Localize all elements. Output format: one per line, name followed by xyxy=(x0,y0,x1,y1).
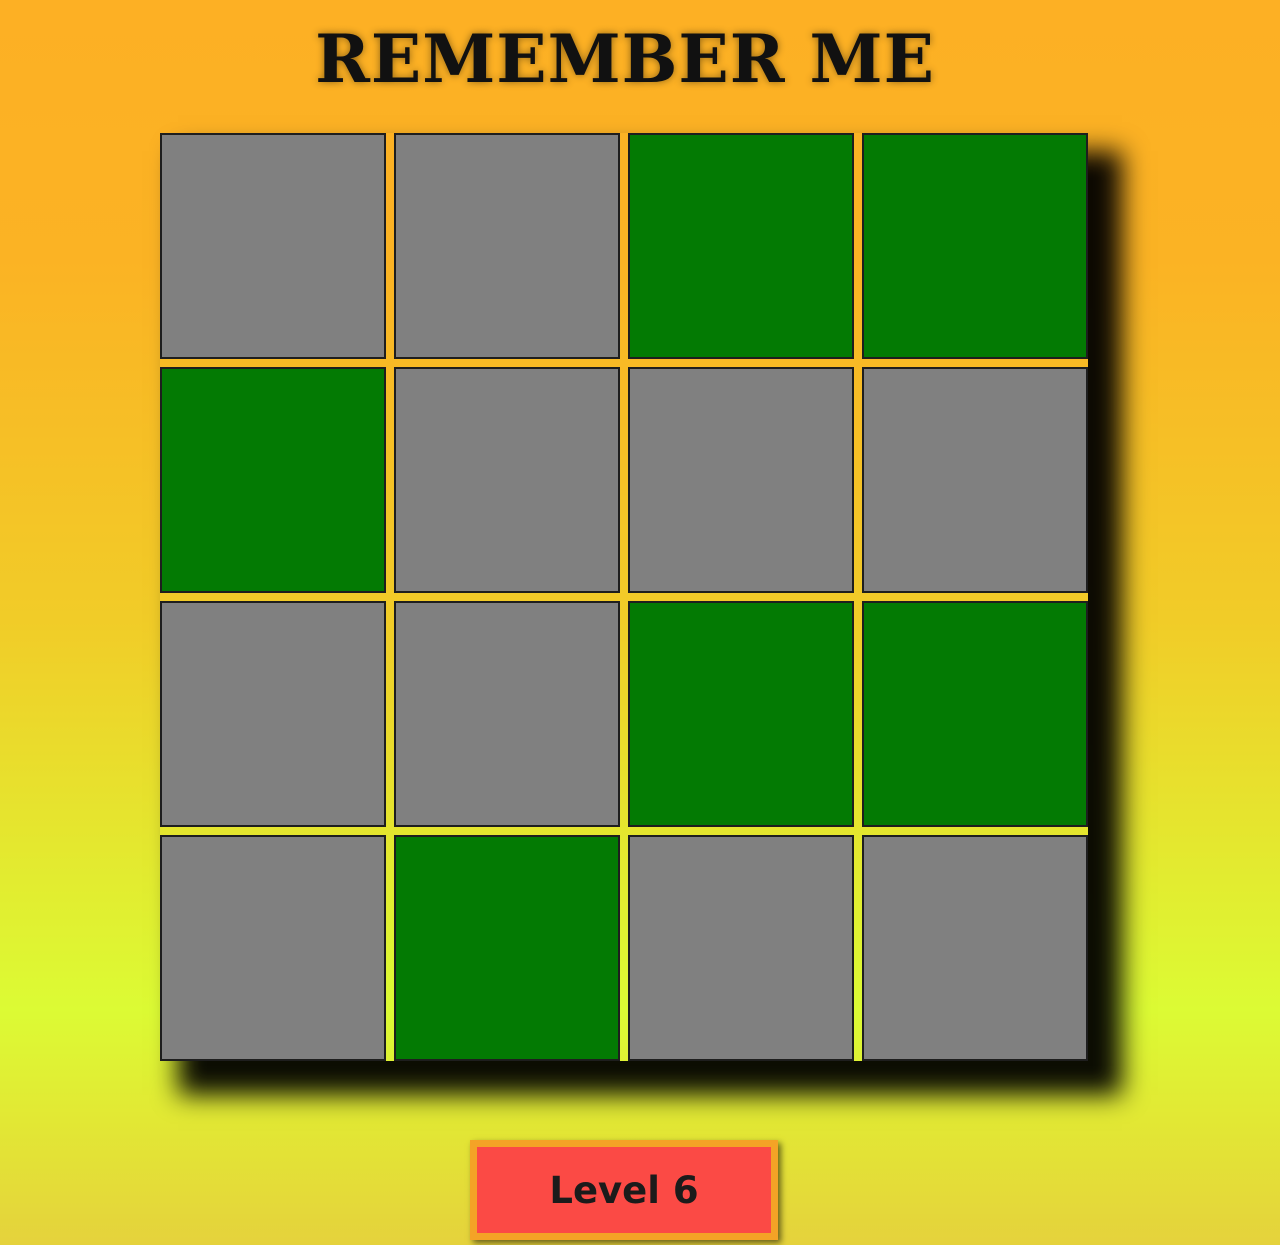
tile-r2-c3-gray[interactable] xyxy=(628,367,854,593)
tile-r2-c2-gray[interactable] xyxy=(394,367,620,593)
level-label: Level 6 xyxy=(549,1168,699,1212)
tile-r4-c1-gray[interactable] xyxy=(160,835,386,1061)
tile-r1-c2-gray[interactable] xyxy=(394,133,620,359)
tile-r4-c4-gray[interactable] xyxy=(862,835,1088,1061)
tile-r1-c1-gray[interactable] xyxy=(160,133,386,359)
tile-r4-c2-green[interactable] xyxy=(394,835,620,1061)
tile-r3-c4-green[interactable] xyxy=(862,601,1088,827)
tile-r3-c2-gray[interactable] xyxy=(394,601,620,827)
level-badge: Level 6 xyxy=(470,1140,778,1240)
tile-r1-c3-green[interactable] xyxy=(628,133,854,359)
tile-r2-c1-green[interactable] xyxy=(160,367,386,593)
memory-grid xyxy=(160,133,1088,1061)
tile-r1-c4-green[interactable] xyxy=(862,133,1088,359)
tile-r3-c1-gray[interactable] xyxy=(160,601,386,827)
tile-r4-c3-gray[interactable] xyxy=(628,835,854,1061)
game-title: REMEMBER ME xyxy=(315,20,935,98)
tile-r3-c3-green[interactable] xyxy=(628,601,854,827)
tile-r2-c4-gray[interactable] xyxy=(862,367,1088,593)
